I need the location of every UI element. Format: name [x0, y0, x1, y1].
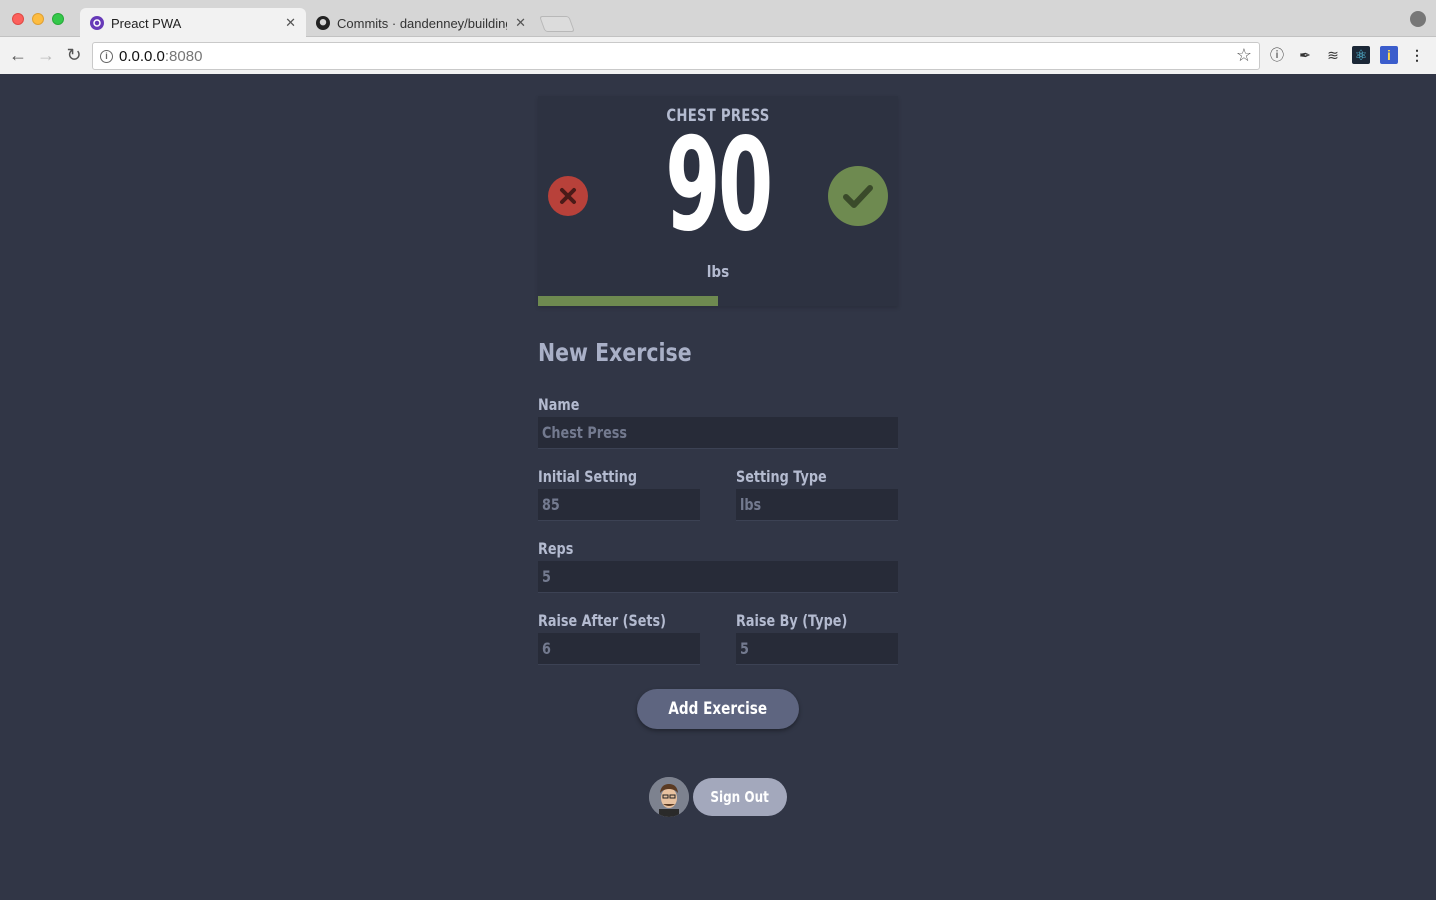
reps-input[interactable]: 5: [538, 561, 898, 593]
back-arrow-icon[interactable]: ←: [8, 45, 28, 65]
menu-kebab-icon[interactable]: ⋮: [1408, 46, 1426, 64]
raise-after-label: Raise After (Sets): [538, 611, 667, 630]
fail-set-button[interactable]: [548, 176, 588, 216]
tab-title: Preact PWA: [111, 15, 182, 31]
forward-arrow-icon[interactable]: →: [36, 45, 56, 65]
avatar: [649, 777, 689, 817]
add-exercise-button[interactable]: Add Exercise: [637, 689, 799, 729]
avatar-illustration: [649, 777, 689, 817]
extension-icon[interactable]: i: [1380, 46, 1398, 64]
close-tab-icon[interactable]: ✕: [285, 15, 296, 31]
tab-strip: Preact PWA ✕ Commits · dandenney/buildin…: [0, 0, 1436, 38]
browser-chrome: Preact PWA ✕ Commits · dandenney/buildin…: [0, 0, 1436, 74]
url-text: 0.0.0.0:8080: [119, 48, 203, 65]
profile-icon[interactable]: [1410, 11, 1426, 27]
github-icon: [316, 16, 330, 30]
weight-unit: lbs: [706, 262, 730, 281]
react-devtools-icon[interactable]: ⚛: [1352, 46, 1370, 64]
picker-extension-icon[interactable]: ✒: [1296, 46, 1314, 64]
reps-label: Reps: [538, 539, 574, 558]
set-progress-bar: [538, 296, 898, 306]
current-weight: 90: [665, 111, 773, 260]
window-close-button[interactable]: [12, 13, 24, 25]
tab-commits[interactable]: Commits · dandenney/building ✕: [310, 8, 536, 38]
sign-out-button[interactable]: Sign Out: [693, 778, 787, 816]
raise-by-input[interactable]: 5: [736, 633, 898, 665]
name-input[interactable]: Chest Press: [538, 417, 898, 449]
bookmark-star-icon[interactable]: ☆: [1236, 45, 1252, 66]
set-progress-fill: [538, 296, 718, 306]
initial-setting-input[interactable]: 85: [538, 489, 700, 521]
preact-icon: [90, 16, 104, 30]
name-label: Name: [538, 395, 580, 414]
tab-preact-pwa[interactable]: Preact PWA ✕: [80, 8, 306, 38]
password-manager-icon[interactable]: ⓘ: [1268, 46, 1286, 64]
raise-by-label: Raise By (Type): [736, 611, 848, 630]
info-icon[interactable]: i: [100, 50, 113, 63]
setting-type-label: Setting Type: [736, 467, 827, 486]
check-icon: [843, 185, 873, 208]
initial-setting-label: Initial Setting: [538, 467, 638, 486]
tab-title: Commits · dandenney/building: [337, 15, 507, 31]
raise-after-input[interactable]: 6: [538, 633, 700, 665]
current-exercise-card: CHEST PRESS 90 lbs: [538, 96, 898, 306]
window-minimize-button[interactable]: [32, 13, 44, 25]
setting-type-input[interactable]: lbs: [736, 489, 898, 521]
reload-icon[interactable]: ↻: [64, 45, 84, 65]
form-title: New Exercise: [538, 338, 692, 367]
address-bar[interactable]: i 0.0.0.0:8080 ☆: [92, 42, 1260, 70]
complete-set-button[interactable]: [828, 166, 888, 226]
layers-extension-icon[interactable]: ≋: [1324, 46, 1342, 64]
close-icon: [560, 188, 576, 204]
close-tab-icon[interactable]: ✕: [515, 15, 526, 31]
window-zoom-button[interactable]: [52, 13, 64, 25]
new-tab-button[interactable]: [539, 16, 575, 32]
